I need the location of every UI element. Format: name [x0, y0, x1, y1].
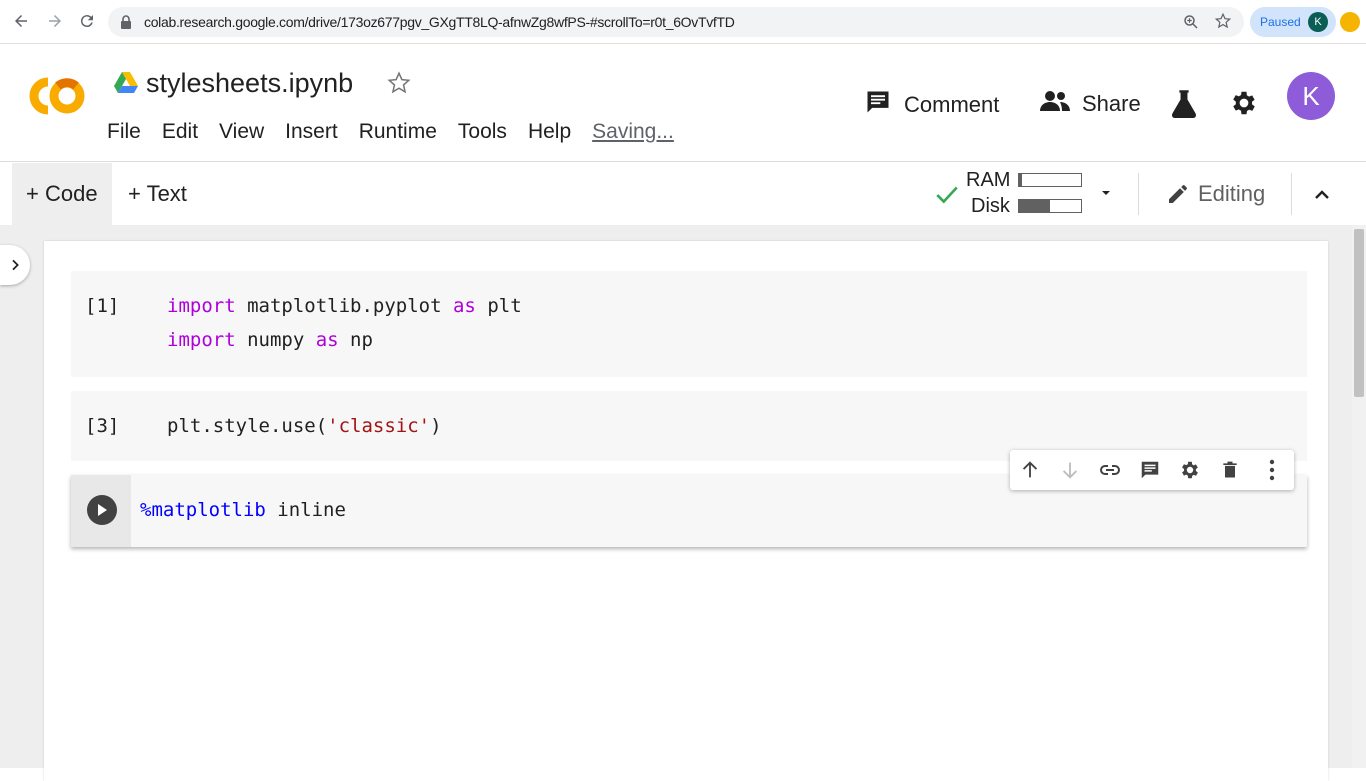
- drive-icon: [114, 72, 138, 99]
- code-token: as: [315, 329, 339, 351]
- menu-runtime[interactable]: Runtime: [359, 120, 437, 144]
- code-token: plt: [475, 295, 522, 317]
- cell-toolbar: [1010, 450, 1294, 490]
- flask-icon[interactable]: [1170, 88, 1198, 123]
- menu-tools[interactable]: Tools: [458, 120, 507, 144]
- comment-icon: [864, 88, 892, 121]
- url-text: colab.research.google.com/drive/173oz677…: [144, 14, 735, 30]
- star-notebook-icon[interactable]: [386, 70, 412, 101]
- ram-usage-bar: [1018, 173, 1082, 187]
- execution-count: [3]: [85, 415, 120, 437]
- share-icon: [1040, 88, 1070, 119]
- back-icon[interactable]: [10, 10, 32, 32]
- user-avatar[interactable]: K: [1287, 72, 1335, 120]
- toolbar-divider: [1138, 173, 1139, 215]
- code-token: matplotlib.pyplot: [235, 295, 453, 317]
- profile-paused-chip[interactable]: Paused K: [1250, 7, 1336, 37]
- resources-indicator[interactable]: RAM Disk: [934, 169, 1124, 219]
- run-cell-button[interactable]: [87, 495, 117, 525]
- menu-insert[interactable]: Insert: [285, 120, 338, 144]
- scrollbar-thumb[interactable]: [1354, 229, 1364, 397]
- cell-settings-icon[interactable]: [1178, 458, 1202, 482]
- ram-label: RAM: [966, 169, 1011, 191]
- delete-icon[interactable]: [1218, 458, 1242, 482]
- comment-cell-icon[interactable]: [1138, 458, 1162, 482]
- execution-count: [1]: [85, 295, 120, 317]
- arrow-down-icon[interactable]: [1058, 458, 1082, 482]
- menu-help[interactable]: Help: [528, 120, 571, 144]
- address-bar[interactable]: colab.research.google.com/drive/173oz677…: [108, 7, 1244, 37]
- comment-button[interactable]: Comment: [864, 88, 999, 121]
- ram-usage-fill: [1019, 174, 1023, 186]
- code-line[interactable]: plt.style.use('classic'): [167, 415, 442, 437]
- code-line[interactable]: %matplotlib inline: [140, 499, 346, 521]
- lock-icon: [120, 15, 132, 34]
- code-token: as: [452, 295, 476, 317]
- code-cell-1[interactable]: [1] import matplotlib.pyplot as plt impo…: [71, 271, 1307, 377]
- reload-icon[interactable]: [76, 10, 98, 32]
- code-line[interactable]: import numpy as np: [167, 329, 373, 351]
- profile-avatar: K: [1308, 12, 1328, 32]
- share-button[interactable]: Share: [1040, 88, 1141, 119]
- star-icon[interactable]: [1214, 12, 1232, 35]
- code-token: ): [430, 415, 442, 437]
- code-token: import: [167, 295, 236, 317]
- notebook-area: [1] import matplotlib.pyplot as plt impo…: [0, 225, 1366, 781]
- notebook-title[interactable]: stylesheets.ipynb: [146, 68, 353, 99]
- check-icon: [934, 181, 960, 212]
- editing-mode-button[interactable]: Editing: [1166, 163, 1265, 225]
- disk-usage-fill: [1019, 200, 1050, 212]
- disk-label: Disk: [971, 195, 1010, 217]
- code-token: numpy: [235, 329, 316, 351]
- colab-header: stylesheets.ipynb File Edit View Insert …: [0, 44, 1366, 162]
- chevron-up-icon[interactable]: [1310, 183, 1334, 212]
- code-token: import: [167, 329, 236, 351]
- share-label: Share: [1082, 90, 1141, 116]
- menu-view[interactable]: View: [219, 120, 264, 144]
- pencil-icon: [1166, 182, 1190, 206]
- disk-usage-bar: [1018, 199, 1082, 213]
- paused-label: Paused: [1260, 15, 1301, 29]
- more-vert-icon[interactable]: [1260, 458, 1284, 482]
- add-text-button[interactable]: + Text: [128, 163, 187, 225]
- link-icon[interactable]: [1098, 458, 1122, 482]
- menu-file[interactable]: File: [107, 120, 141, 144]
- chevron-right-icon[interactable]: [0, 245, 30, 285]
- gear-icon[interactable]: [1229, 88, 1259, 123]
- scrollbar[interactable]: [1352, 225, 1366, 768]
- add-code-button[interactable]: + Code: [12, 163, 112, 225]
- editing-label: Editing: [1198, 181, 1266, 206]
- code-token: 'classic': [327, 415, 431, 437]
- dropdown-icon[interactable]: [1098, 185, 1114, 206]
- run-icon: [96, 503, 108, 517]
- save-status[interactable]: Saving...: [592, 120, 674, 144]
- notebook-panel: [1] import matplotlib.pyplot as plt impo…: [44, 241, 1328, 781]
- menu-edit[interactable]: Edit: [162, 120, 198, 144]
- arrow-up-icon[interactable]: [1018, 458, 1042, 482]
- code-line[interactable]: import matplotlib.pyplot as plt: [167, 295, 522, 317]
- colab-logo-icon[interactable]: [18, 74, 88, 123]
- code-token: inline: [265, 499, 346, 521]
- forward-icon[interactable]: [44, 10, 66, 32]
- code-token: %matplotlib: [140, 499, 266, 521]
- menu-bar: File Edit View Insert Runtime Tools Help…: [107, 120, 674, 144]
- toolbar-divider-2: [1291, 173, 1292, 215]
- code-token: plt.style.use(: [167, 415, 328, 437]
- code-token: np: [338, 329, 373, 351]
- zoom-icon[interactable]: [1182, 13, 1200, 36]
- notebook-toolbar: + Code + Text RAM Disk Editing: [0, 163, 1366, 225]
- extension-icon[interactable]: [1340, 12, 1360, 32]
- browser-toolbar: colab.research.google.com/drive/173oz677…: [0, 0, 1366, 44]
- comment-label: Comment: [904, 91, 1000, 117]
